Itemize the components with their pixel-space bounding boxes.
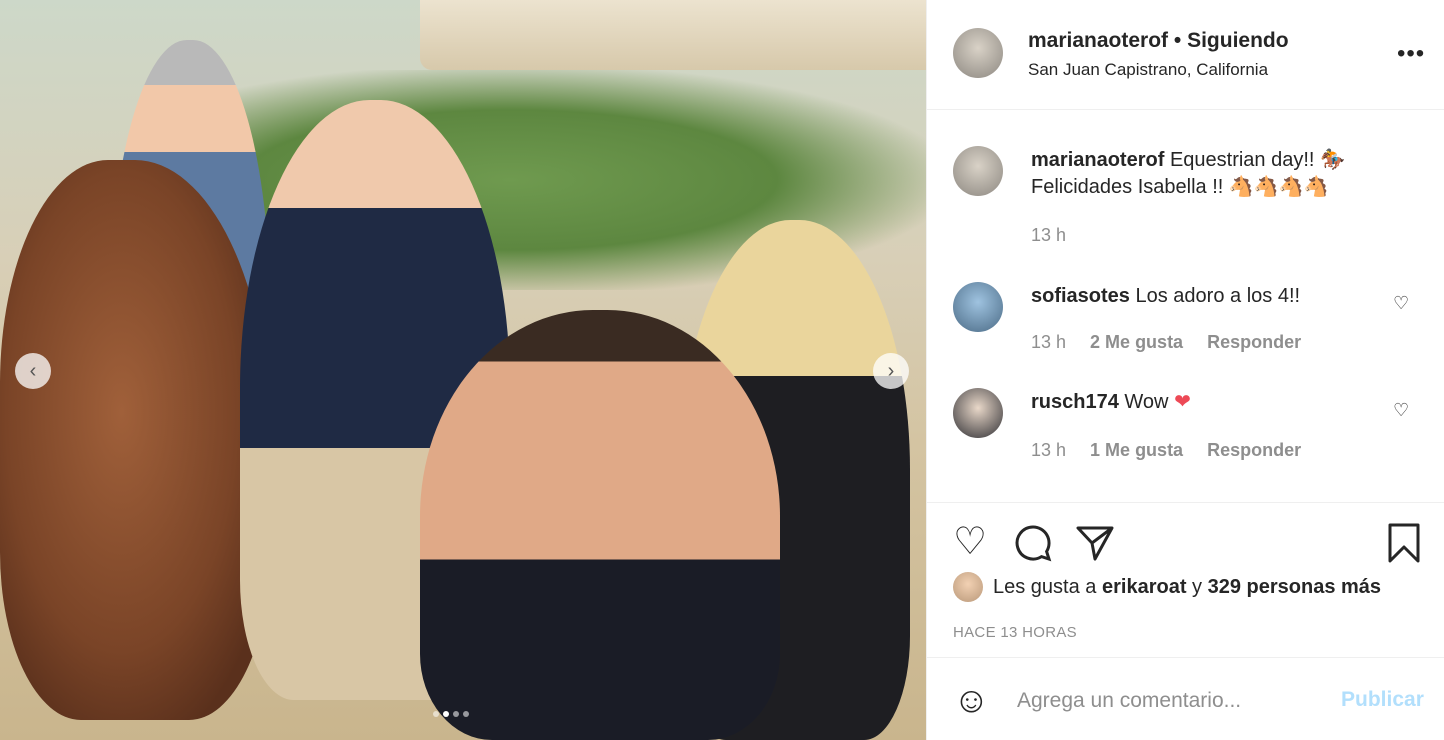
header-username[interactable]: marianaoterof	[1028, 29, 1168, 52]
bookmark-icon[interactable]	[1387, 523, 1421, 570]
more-options-icon[interactable]: •••	[1397, 40, 1425, 68]
avatar[interactable]	[953, 146, 1003, 196]
header-user-line: marianaoterof • Siguiendo	[1028, 29, 1289, 53]
carousel-dot	[453, 711, 459, 717]
photo-man-front	[420, 310, 780, 740]
comment-username[interactable]: rusch174	[1031, 391, 1119, 413]
avatar[interactable]	[953, 28, 1003, 78]
likes-prefix: Les gusta a	[993, 575, 1097, 598]
post-location[interactable]: San Juan Capistrano, California	[1028, 60, 1268, 80]
photo-horse	[0, 160, 270, 720]
post-actions: ♡	[927, 502, 1444, 563]
photo-cart-roof	[420, 0, 926, 70]
likes-user[interactable]: erikaroat	[1102, 576, 1187, 598]
likes-conj: y	[1192, 575, 1203, 598]
avatar[interactable]	[953, 572, 983, 602]
following-button[interactable]: Siguiendo	[1187, 29, 1289, 52]
like-heart-icon[interactable]: ♡	[953, 523, 987, 561]
comment-likes[interactable]: 2 Me gusta	[1090, 332, 1183, 353]
comment-likes[interactable]: 1 Me gusta	[1090, 440, 1183, 461]
comment-input[interactable]	[1015, 680, 1339, 722]
share-paper-plane-icon[interactable]	[1075, 523, 1115, 570]
red-heart-emoji: ❤	[1174, 391, 1191, 413]
comment-meta: 13 h 1 Me gusta Responder	[1031, 440, 1301, 461]
caption-time[interactable]: 13 h	[1031, 225, 1066, 246]
carousel-dot	[463, 711, 469, 717]
add-comment-bar: ☺ Publicar	[927, 657, 1444, 740]
carousel-dot	[433, 711, 439, 717]
likes-others[interactable]: 329 personas más	[1208, 576, 1381, 598]
carousel-prev-button[interactable]: ‹	[15, 353, 51, 389]
post-photo[interactable]: ‹ ›	[0, 0, 926, 740]
comment-bubble-icon[interactable]	[1013, 523, 1053, 570]
avatar[interactable]	[953, 282, 1003, 332]
post-sidebar: marianaoterof • Siguiendo San Juan Capis…	[926, 0, 1444, 740]
comment-time[interactable]: 13 h	[1031, 332, 1066, 353]
comment-reply-button[interactable]: Responder	[1207, 332, 1301, 353]
publish-button[interactable]: Publicar	[1341, 688, 1424, 712]
header-separator: •	[1173, 29, 1182, 52]
caption-line1: Equestrian day!! 🏇	[1169, 149, 1345, 171]
comment-reply-button[interactable]: Responder	[1207, 440, 1301, 461]
comment-meta: 13 h 2 Me gusta Responder	[1031, 332, 1301, 353]
carousel-dot-active	[443, 711, 449, 717]
caption-meta: 13 h	[1031, 225, 1066, 246]
caption-text: marianaoterof Equestrian day!! 🏇 Felicid…	[1031, 147, 1381, 201]
avatar[interactable]	[953, 388, 1003, 438]
post-header: marianaoterof • Siguiendo San Juan Capis…	[927, 0, 1444, 110]
likes-text[interactable]: Les gusta a erikaroat y 329 personas más	[993, 576, 1381, 599]
caption-username[interactable]: marianaoterof	[1031, 149, 1164, 171]
comment-body: Los adoro a los 4!!	[1135, 285, 1301, 307]
comment-text: sofiasotes Los adoro a los 4!!	[1031, 283, 1381, 310]
comment-text: rusch174 Wow ❤	[1031, 389, 1381, 416]
likes-summary: Les gusta a erikaroat y 329 personas más	[953, 572, 1381, 602]
post-timestamp[interactable]: HACE 13 HORAS	[953, 624, 1077, 641]
comment-like-heart-icon[interactable]: ♡	[1393, 293, 1409, 314]
emoji-icon[interactable]: ☺	[953, 682, 990, 718]
comment-like-heart-icon[interactable]: ♡	[1393, 400, 1409, 421]
carousel-dots	[433, 711, 469, 717]
comment-username[interactable]: sofiasotes	[1031, 285, 1130, 307]
carousel-next-button[interactable]: ›	[873, 353, 909, 389]
comment-time[interactable]: 13 h	[1031, 440, 1066, 461]
caption-line2: Felicidades Isabella !! 🐴🐴🐴🐴	[1031, 176, 1329, 198]
comment-body: Wow	[1124, 391, 1169, 413]
